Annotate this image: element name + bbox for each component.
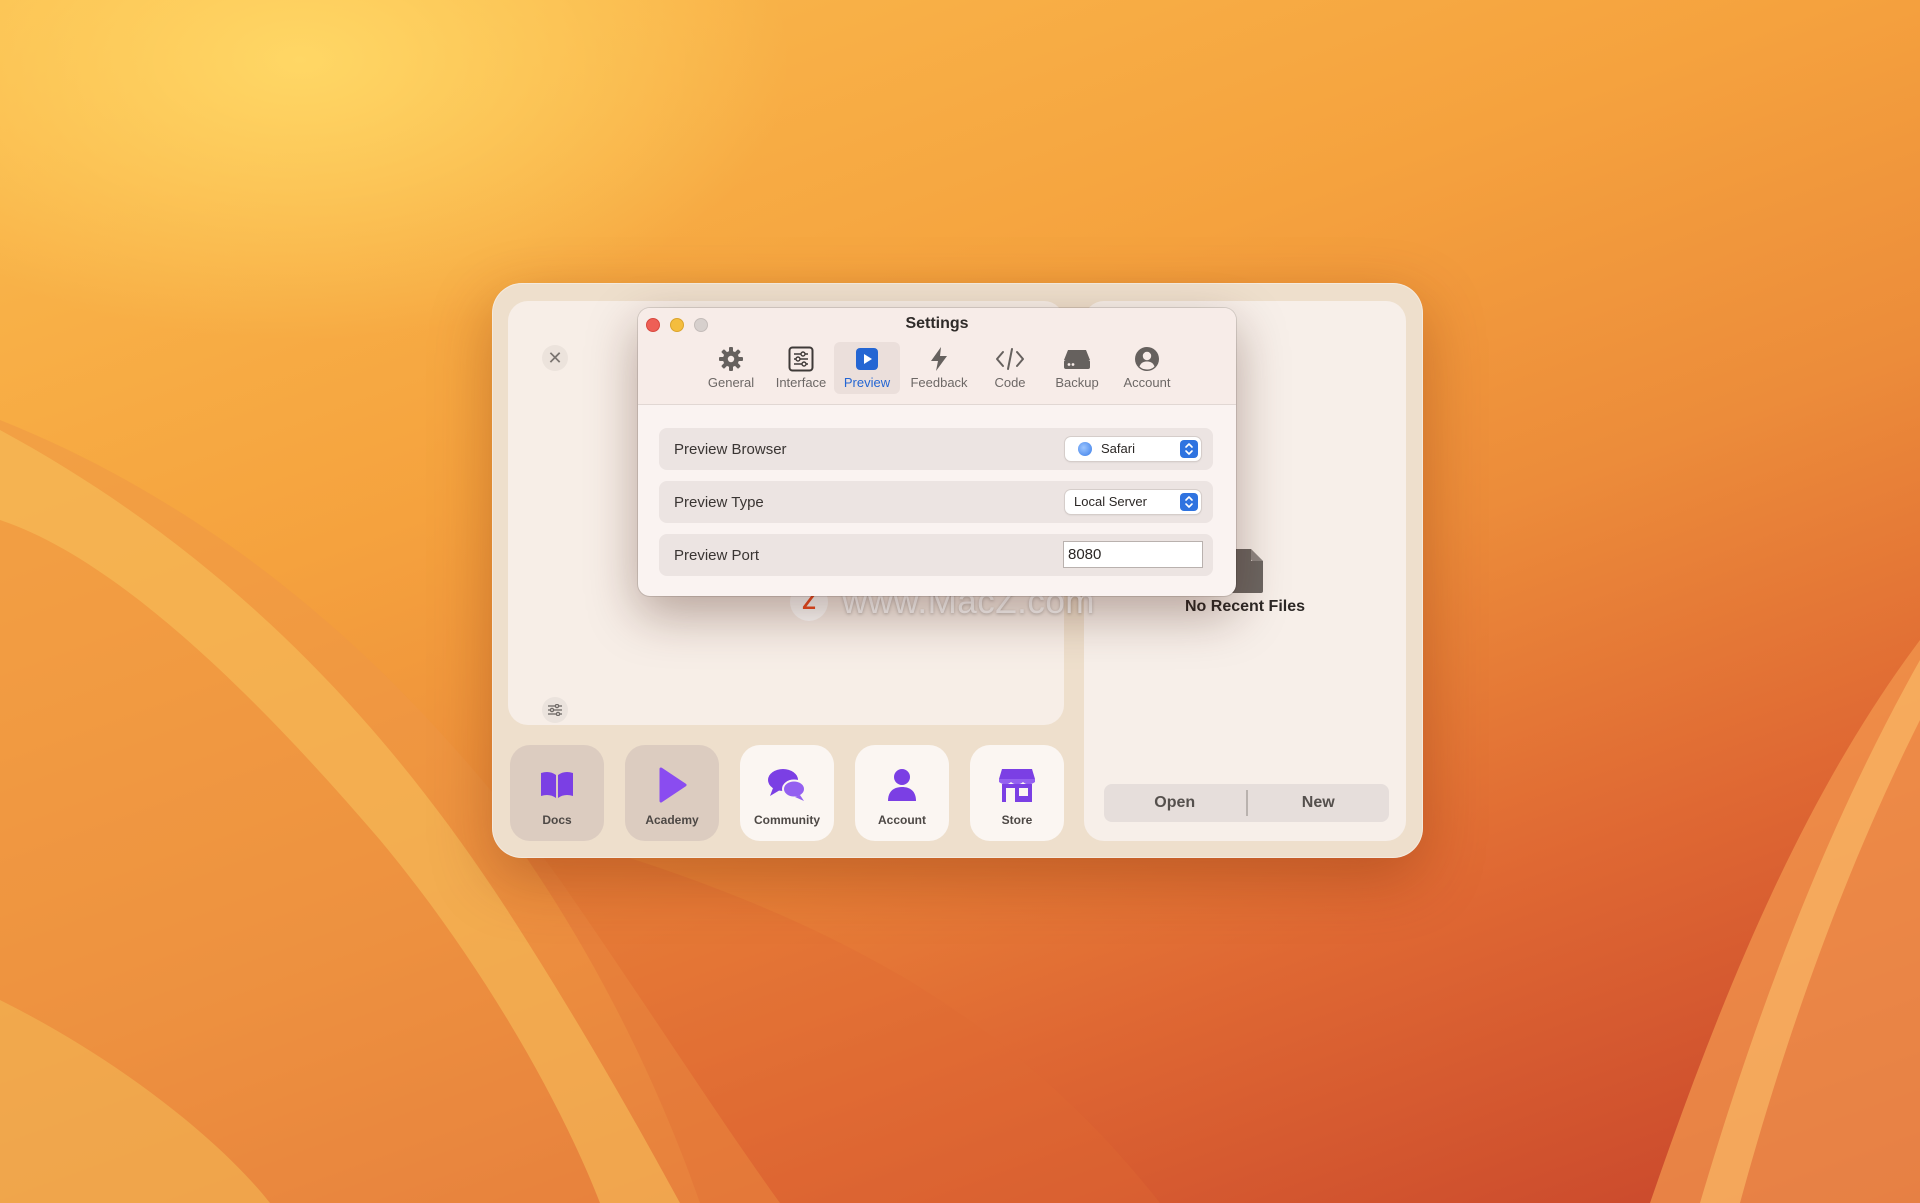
settings-title: Settings — [905, 315, 969, 332]
academy-label: Academy — [645, 813, 699, 827]
tab-feedback-label: Feedback — [910, 375, 968, 390]
tab-account[interactable]: Account — [1112, 342, 1182, 394]
settings-titlebar: Settings General Interface Preview Feedb… — [638, 308, 1236, 405]
gear-icon — [719, 347, 743, 371]
tab-interface-label: Interface — [775, 375, 827, 390]
no-recent-files-text: No Recent Files — [1184, 598, 1306, 615]
sliders-icon — [788, 346, 814, 372]
chat-bubbles-icon — [768, 769, 806, 801]
user-circle-icon — [1135, 347, 1159, 371]
preferences-sliders-button[interactable] — [542, 697, 568, 723]
drive-icon — [1064, 350, 1090, 369]
preview-port-label: Preview Port — [674, 547, 760, 564]
chevron-updown-icon — [1180, 493, 1198, 511]
tab-code[interactable]: Code — [978, 342, 1042, 394]
preview-port-row: Preview Port — [659, 534, 1213, 576]
new-button[interactable]: New — [1248, 794, 1390, 812]
preview-port-input[interactable] — [1063, 541, 1203, 568]
book-icon — [541, 771, 573, 798]
preview-type-row: Preview Type Local Server — [659, 481, 1213, 523]
tab-backup-label: Backup — [1055, 375, 1099, 390]
safari-icon — [1078, 442, 1092, 456]
preview-type-label: Preview Type — [674, 494, 764, 511]
store-icon — [999, 769, 1035, 802]
chevron-updown-icon — [1180, 440, 1198, 458]
code-icon — [996, 348, 1024, 370]
close-icon[interactable]: ✕ — [542, 345, 568, 371]
tab-general[interactable]: General — [698, 342, 764, 394]
preview-browser-select[interactable]: Safari — [1065, 437, 1201, 461]
docs-button[interactable]: Docs — [510, 745, 604, 841]
tab-interface[interactable]: Interface — [766, 342, 836, 394]
play-icon — [659, 767, 687, 803]
account-label: Account — [878, 813, 926, 827]
tab-preview[interactable]: Preview — [834, 342, 900, 394]
community-button[interactable]: Community — [740, 745, 834, 841]
person-icon — [888, 769, 916, 801]
academy-button[interactable]: Academy — [625, 745, 719, 841]
open-button[interactable]: Open — [1104, 794, 1246, 812]
store-button[interactable]: Store — [970, 745, 1064, 841]
tab-general-label: General — [707, 375, 755, 390]
settings-window: Settings General Interface Preview Feedb… — [638, 308, 1236, 596]
tab-feedback[interactable]: Feedback — [902, 342, 976, 394]
tab-code-label: Code — [994, 375, 1026, 390]
community-label: Community — [754, 813, 820, 827]
preview-browser-label: Preview Browser — [674, 441, 787, 458]
bolt-icon — [931, 347, 947, 371]
preview-browser-value: Safari — [1101, 441, 1135, 456]
account-button[interactable]: Account — [855, 745, 949, 841]
tab-backup[interactable]: Backup — [1044, 342, 1110, 394]
preview-type-select[interactable]: Local Server — [1065, 490, 1201, 514]
play-icon — [856, 348, 878, 370]
preview-type-value: Local Server — [1074, 494, 1147, 509]
open-new-segmented-control: Open New — [1104, 784, 1389, 822]
tab-preview-label: Preview — [843, 375, 891, 390]
store-label: Store — [1001, 813, 1033, 827]
preview-browser-row: Preview Browser Safari — [659, 428, 1213, 470]
docs-label: Docs — [542, 813, 572, 827]
tab-account-label: Account — [1123, 375, 1171, 390]
sliders-icon — [548, 704, 562, 716]
